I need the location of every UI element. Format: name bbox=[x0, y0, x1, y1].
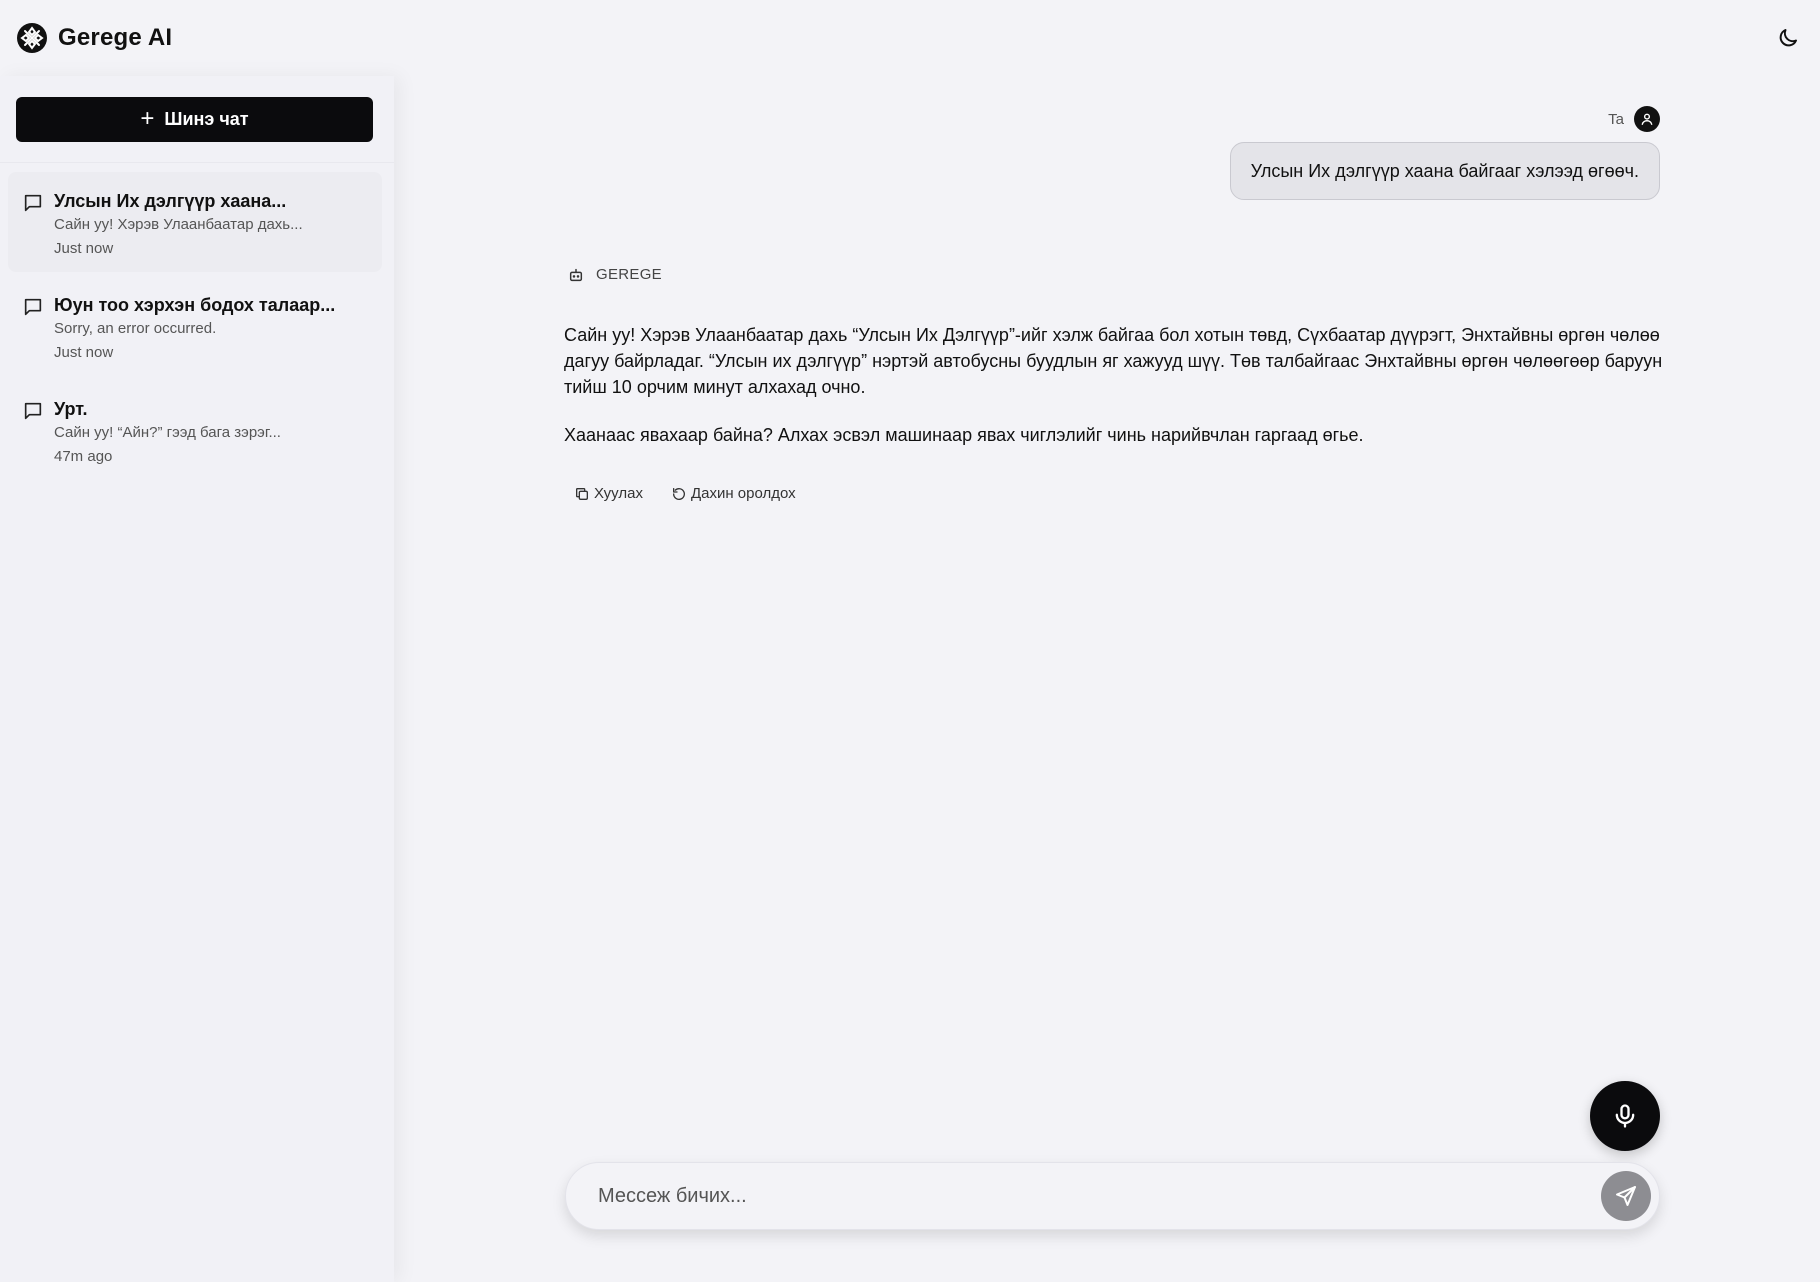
bot-icon bbox=[569, 268, 583, 281]
conversation-title: Урт. bbox=[54, 399, 88, 419]
copy-icon bbox=[576, 487, 588, 500]
conversation-time: 47m ago bbox=[54, 448, 113, 465]
user-label: Ta bbox=[1608, 110, 1624, 128]
refresh-icon bbox=[672, 487, 685, 500]
microphone-icon bbox=[1615, 1104, 1635, 1128]
theme-toggle-button[interactable] bbox=[1772, 22, 1804, 54]
conversation-preview: Сайн уу! Хэрэв Улаанбаатар дахь... bbox=[54, 216, 303, 233]
copy-label: Хуулах bbox=[594, 485, 643, 502]
bot-label: GEREGE bbox=[596, 266, 662, 283]
retry-button[interactable]: Дахин оролдох bbox=[671, 485, 796, 502]
sidebar: + Шинэ чат Улсын Их дэлгүүр хаана... Сай… bbox=[0, 76, 394, 1282]
send-icon bbox=[1616, 1186, 1636, 1206]
brand[interactable]: Gerege AI bbox=[16, 22, 172, 54]
avatar bbox=[1634, 106, 1660, 132]
bot-message-paragraph: Хаанаас явахаар байна? Алхах эсвэл машин… bbox=[564, 425, 1364, 445]
conversation-text: Юун тоо хэрхэн бодох талаар... Sorry, an… bbox=[54, 294, 368, 376]
message-composer bbox=[565, 1162, 1660, 1230]
conversation-text: Улсын Их дэлгүүр хаана... Сайн уу! Хэрэв… bbox=[54, 190, 368, 272]
bot-message: Сайн уу! Хэрэв Улаанбаатар дахь “Улсын И… bbox=[564, 322, 1664, 470]
conversation-item[interactable]: Урт. Сайн уу! “Айн?” гээд бага зэрэг... … bbox=[8, 380, 382, 480]
sidebar-divider bbox=[0, 162, 394, 163]
app: Gerege AI + Шинэ чат Улсын Их дэлгүүр ха… bbox=[0, 0, 1820, 1282]
conversation-time: Just now bbox=[54, 240, 114, 257]
user-icon bbox=[1641, 113, 1653, 125]
conversation-item[interactable]: Улсын Их дэлгүүр хаана... Сайн уу! Хэрэв… bbox=[8, 172, 382, 272]
moon-icon bbox=[1779, 29, 1797, 47]
copy-button[interactable]: Хуулах bbox=[574, 485, 643, 502]
voice-input-button[interactable] bbox=[1590, 1081, 1660, 1151]
header: Gerege AI bbox=[0, 0, 1820, 76]
plus-icon: + bbox=[140, 104, 155, 132]
chat-bubble-icon bbox=[24, 298, 42, 316]
user-message-header: Ta bbox=[1608, 106, 1660, 132]
conversation-title: Юун тоо хэрхэн бодох талаар... bbox=[54, 295, 336, 315]
gerege-logo-icon bbox=[17, 23, 47, 53]
retry-label: Дахин оролдох bbox=[690, 485, 796, 502]
chat-area: Ta Улсын Их дэлгүүр хаана байгааг хэлээд… bbox=[394, 76, 1820, 1282]
chat-bubble-icon bbox=[24, 194, 42, 212]
conversation-preview: Сайн уу! “Айн?” гээд бага зэрэг... bbox=[54, 424, 281, 441]
conversation-item[interactable]: Юун тоо хэрхэн бодох талаар... Sorry, an… bbox=[8, 276, 382, 376]
conversation-preview: Sorry, an error occurred. bbox=[54, 320, 217, 337]
conversation-title: Улсын Их дэлгүүр хаана... bbox=[54, 191, 287, 211]
conversation-text: Урт. Сайн уу! “Айн?” гээд бага зэрэг... … bbox=[54, 398, 368, 480]
message-input[interactable] bbox=[596, 1176, 1601, 1216]
send-button[interactable] bbox=[1601, 1171, 1651, 1221]
message-actions: Хуулах Дахин оролдох bbox=[574, 485, 796, 502]
new-chat-button[interactable]: + Шинэ чат bbox=[16, 97, 373, 142]
bot-message-header: GEREGE bbox=[568, 266, 662, 283]
chat-bubble-icon bbox=[24, 402, 42, 420]
app-title: Gerege AI bbox=[58, 24, 173, 51]
conversation-time: Just now bbox=[54, 344, 114, 361]
bot-message-paragraph: Сайн уу! Хэрэв Улаанбаатар дахь “Улсын И… bbox=[564, 325, 1663, 397]
conversation-list: Улсын Их дэлгүүр хаана... Сайн уу! Хэрэв… bbox=[8, 172, 382, 484]
user-message-bubble: Улсын Их дэлгүүр хаана байгааг хэлээд өг… bbox=[1229, 142, 1660, 200]
new-chat-label: Шинэ чат bbox=[164, 109, 249, 129]
